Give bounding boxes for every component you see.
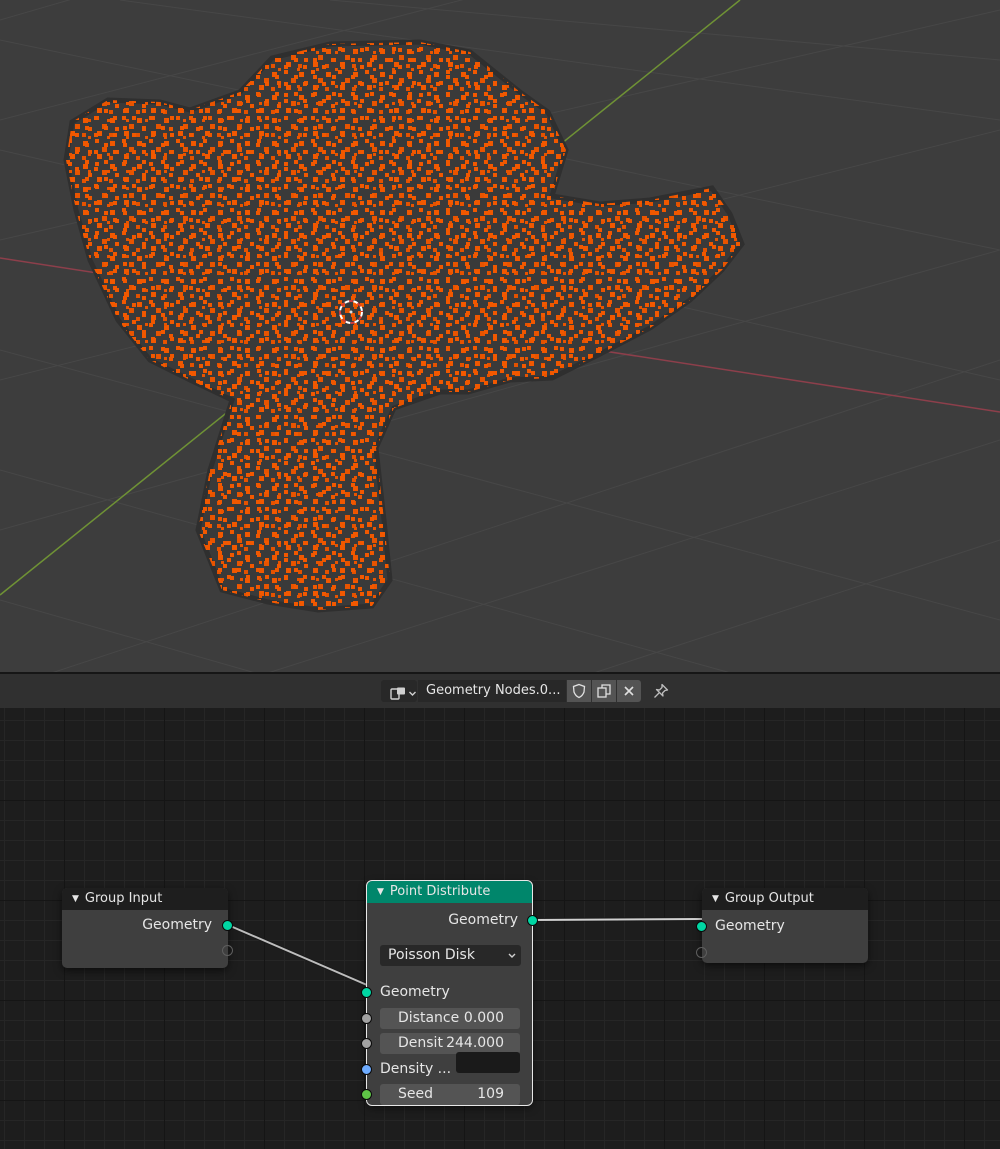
node-group-name-field[interactable]: Geometry Nodes.0... bbox=[418, 680, 566, 702]
socket-label-output-geometry: Geometry bbox=[448, 912, 518, 928]
node-title-bar[interactable]: ▼ Point Distribute bbox=[367, 881, 532, 903]
shield-icon bbox=[572, 683, 586, 699]
node-title: Group Input bbox=[84, 891, 163, 906]
density-field[interactable]: Densit 244.000 bbox=[380, 1033, 520, 1054]
density-value: 244.000 bbox=[446, 1035, 504, 1051]
duplicate-icon bbox=[597, 684, 611, 698]
input-socket-geometry[interactable] bbox=[696, 921, 707, 932]
output-socket-empty[interactable] bbox=[222, 945, 233, 956]
distance-field[interactable]: Distance 0.000 bbox=[380, 1008, 520, 1029]
distance-value: 0.000 bbox=[463, 1010, 504, 1026]
socket-label-input-geometry: Geometry bbox=[380, 984, 450, 1000]
distribute-method-dropdown[interactable]: Poisson Disk bbox=[380, 945, 521, 966]
input-socket-density[interactable] bbox=[361, 1038, 372, 1049]
node-editor-canvas[interactable]: ▼ Group Input Geometry ▼ Point Distribute … bbox=[0, 708, 1000, 1149]
socket-label-geometry: Geometry bbox=[715, 918, 785, 934]
group-input-node[interactable]: ▼ Group Input Geometry bbox=[62, 888, 233, 968]
collapse-triangle-icon[interactable]: ▼ bbox=[72, 894, 79, 904]
distribute-method-value: Poisson Disk bbox=[388, 947, 475, 963]
point-distribute-node[interactable]: ▼ Point Distribute Geometry Poisson Disk … bbox=[361, 880, 538, 1106]
input-socket-density-attribute[interactable] bbox=[361, 1064, 372, 1075]
density-attribute-input[interactable] bbox=[456, 1052, 520, 1073]
socket-label-geometry: Geometry bbox=[142, 917, 212, 933]
collapse-triangle-icon[interactable]: ▼ bbox=[377, 887, 384, 897]
input-socket-empty[interactable] bbox=[696, 947, 707, 958]
input-socket-seed[interactable] bbox=[361, 1089, 372, 1100]
3d-viewport[interactable] bbox=[0, 0, 1000, 672]
fake-user-button[interactable] bbox=[567, 680, 591, 702]
pin-icon bbox=[654, 683, 669, 698]
close-icon bbox=[624, 686, 634, 696]
unlink-button[interactable] bbox=[617, 680, 641, 702]
viewport-canvas bbox=[0, 0, 1000, 672]
node-title: Point Distribute bbox=[389, 884, 491, 899]
seed-label: Seed bbox=[398, 1086, 433, 1102]
seed-value: 109 bbox=[477, 1086, 504, 1102]
collapse-triangle-icon[interactable]: ▼ bbox=[712, 894, 719, 904]
node-editor-header: Geometry Nodes.0... bbox=[0, 674, 1000, 708]
duplicate-button[interactable] bbox=[592, 680, 616, 702]
pin-button[interactable] bbox=[648, 680, 674, 702]
density-attribute-label: Density ... bbox=[380, 1061, 452, 1077]
density-label: Densit bbox=[398, 1035, 443, 1051]
seed-field[interactable]: Seed 109 bbox=[380, 1084, 520, 1105]
output-socket-geometry[interactable] bbox=[222, 920, 233, 931]
distance-label: Distance bbox=[398, 1010, 460, 1026]
node-title-bar[interactable]: ▼ Group Output bbox=[702, 888, 868, 910]
chevron-down-icon bbox=[507, 945, 517, 973]
node-title-bar[interactable]: ▼ Group Input bbox=[62, 888, 228, 910]
output-socket-geometry[interactable] bbox=[527, 915, 538, 926]
group-output-node[interactable]: ▼ Group Output Geometry bbox=[696, 888, 868, 963]
input-socket-geometry[interactable] bbox=[361, 987, 372, 998]
node-tree-type-dropdown[interactable] bbox=[381, 680, 417, 702]
node-title: Group Output bbox=[724, 891, 814, 906]
input-socket-distance[interactable] bbox=[361, 1013, 372, 1024]
